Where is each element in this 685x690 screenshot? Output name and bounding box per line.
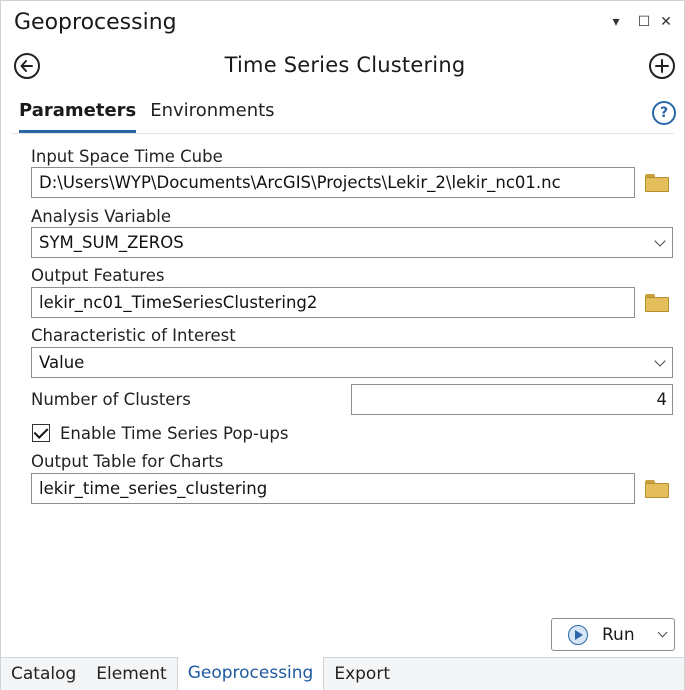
output-features-label: Output Features (31, 266, 165, 285)
tab-catalog[interactable]: Catalog (1, 658, 86, 690)
tab-parameters[interactable]: Parameters (19, 99, 137, 133)
tab-environments[interactable]: Environments (150, 99, 274, 133)
tab-element[interactable]: Element (86, 658, 176, 690)
maximize-icon[interactable]: ☐ (635, 13, 653, 31)
run-label: Run (602, 625, 635, 645)
plus-icon (655, 59, 669, 73)
input-cube-field[interactable]: D:\Users\WYP\Documents\ArcGIS\Projects\L… (31, 167, 635, 198)
browse-folder-icon[interactable] (645, 294, 669, 312)
analysis-variable-select[interactable]: SYM_SUM_ZEROS (31, 227, 673, 258)
tool-header: Time Series Clustering (1, 45, 684, 87)
analysis-variable-label: Analysis Variable (31, 207, 172, 226)
geoprocessing-pane: Geoprocessing ▾ ☐ ✕ Time Series Clusteri… (0, 0, 685, 690)
close-icon[interactable]: ✕ (657, 13, 675, 31)
characteristic-select[interactable]: Value (31, 347, 673, 378)
browse-folder-icon[interactable] (645, 174, 669, 192)
output-features-field[interactable]: lekir_nc01_TimeSeriesClustering2 (31, 287, 635, 318)
bottom-tabs: Catalog Element Geoprocessing Export (1, 657, 684, 690)
enable-popups-label: Enable Time Series Pop-ups (60, 424, 289, 443)
pane-title: Geoprocessing (14, 10, 177, 35)
help-icon[interactable]: ? (652, 101, 676, 125)
num-clusters-label: Number of Clusters (31, 390, 191, 409)
add-button[interactable] (649, 53, 675, 79)
output-table-field[interactable]: lekir_time_series_clustering (31, 473, 635, 504)
num-clusters-field[interactable]: 4 (351, 384, 673, 415)
input-cube-label: Input Space Time Cube (31, 147, 223, 166)
run-button[interactable]: Run (551, 618, 675, 651)
output-table-label: Output Table for Charts (31, 452, 224, 471)
run-dropdown-chevron-icon[interactable] (657, 627, 668, 638)
tool-title: Time Series Clustering (224, 53, 466, 77)
play-icon (568, 625, 588, 645)
characteristic-label: Characteristic of Interest (31, 326, 236, 345)
analysis-variable-value: SYM_SUM_ZEROS (39, 233, 184, 252)
chevron-down-icon (654, 235, 666, 247)
browse-folder-icon[interactable] (645, 480, 669, 498)
enable-popups-checkbox[interactable] (32, 424, 50, 442)
tab-geoprocessing[interactable]: Geoprocessing (176, 657, 325, 690)
characteristic-value: Value (39, 353, 85, 372)
tab-export[interactable]: Export (324, 658, 400, 690)
pane-titlebar: Geoprocessing ▾ ☐ ✕ (1, 1, 684, 45)
tool-tabs: Parameters Environments (19, 99, 289, 133)
tab-divider (11, 133, 674, 134)
chevron-down-icon (654, 355, 666, 367)
pane-menu-chevron-icon[interactable]: ▾ (607, 13, 625, 31)
